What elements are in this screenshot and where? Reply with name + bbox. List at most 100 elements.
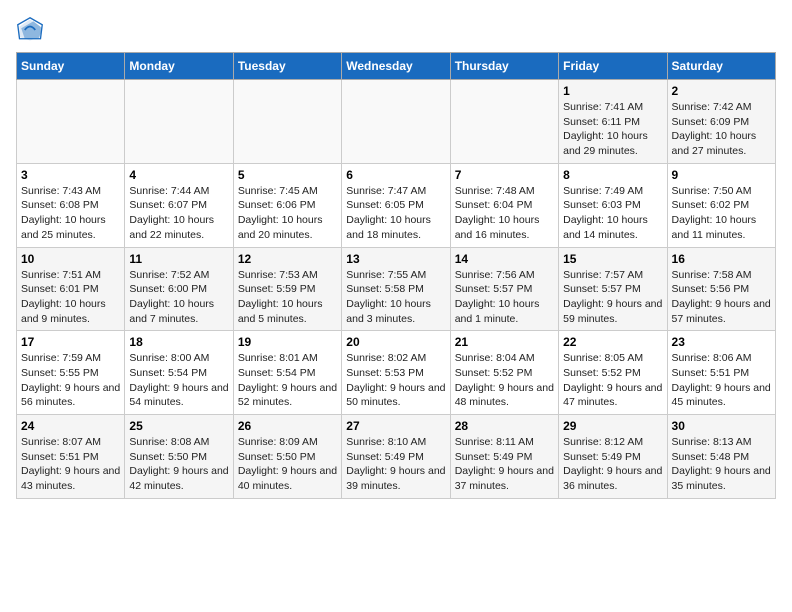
day-number: 23 bbox=[672, 335, 771, 349]
calendar-day-cell bbox=[17, 80, 125, 164]
day-number: 5 bbox=[238, 168, 337, 182]
calendar-day-cell: 27Sunrise: 8:10 AM Sunset: 5:49 PM Dayli… bbox=[342, 415, 450, 499]
day-info: Sunrise: 7:44 AM Sunset: 6:07 PM Dayligh… bbox=[129, 184, 228, 243]
calendar-day-cell: 11 Sunrise: 7:52 AM Sunset: 6:00 PM Dayli… bbox=[125, 247, 233, 331]
day-number: 16 bbox=[672, 252, 771, 266]
calendar-day-cell: 7 Sunrise: 7:48 AM Sunset: 6:04 PM Daylig… bbox=[450, 163, 558, 247]
day-info: Sunrise: 7:56 AM Sunset: 5:57 PM Dayligh… bbox=[455, 268, 554, 327]
calendar-day-cell: 30 Sunrise: 8:13 AM Sunset: 5:48 PM Dayli… bbox=[667, 415, 775, 499]
day-number: 2 bbox=[672, 84, 771, 98]
day-info: Sunrise: 7:47 AM Sunset: 6:05 PM Dayligh… bbox=[346, 184, 445, 243]
weekday-header-cell: Saturday bbox=[667, 53, 775, 80]
calendar-day-cell bbox=[342, 80, 450, 164]
day-info: Sunrise: 8:01 AM Sunset: 5:54 PM Dayligh… bbox=[238, 351, 337, 410]
weekday-header-cell: Sunday bbox=[17, 53, 125, 80]
day-number: 22 bbox=[563, 335, 662, 349]
calendar-day-cell: 28 Sunrise: 8:11 AM Sunset: 5:49 PM Dayli… bbox=[450, 415, 558, 499]
day-number: 1 bbox=[563, 84, 662, 98]
day-info: Sunrise: 8:13 AM Sunset: 5:48 PM Dayligh… bbox=[672, 435, 771, 494]
calendar-day-cell: 4 Sunrise: 7:44 AM Sunset: 6:07 PM Daylig… bbox=[125, 163, 233, 247]
calendar-day-cell: 10 Sunrise: 7:51 AM Sunset: 6:01 PM Dayli… bbox=[17, 247, 125, 331]
calendar-table: SundayMondayTuesdayWednesdayThursdayFrid… bbox=[16, 52, 776, 499]
day-info: Sunrise: 8:08 AM Sunset: 5:50 PM Dayligh… bbox=[129, 435, 228, 494]
calendar-day-cell: 8 Sunrise: 7:49 AM Sunset: 6:03 PM Daylig… bbox=[559, 163, 667, 247]
day-info: Sunrise: 8:09 AM Sunset: 5:50 PM Dayligh… bbox=[238, 435, 337, 494]
day-number: 13 bbox=[346, 252, 445, 266]
day-info: Sunrise: 7:50 AM Sunset: 6:02 PM Dayligh… bbox=[672, 184, 771, 243]
calendar-day-cell bbox=[125, 80, 233, 164]
day-info: Sunrise: 7:51 AM Sunset: 6:01 PM Dayligh… bbox=[21, 268, 120, 327]
day-number: 21 bbox=[455, 335, 554, 349]
day-info: Sunrise: 7:45 AM Sunset: 6:06 PM Dayligh… bbox=[238, 184, 337, 243]
calendar-header: SundayMondayTuesdayWednesdayThursdayFrid… bbox=[17, 53, 776, 80]
day-info: Sunrise: 8:00 AM Sunset: 5:54 PM Dayligh… bbox=[129, 351, 228, 410]
calendar-day-cell: 3 Sunrise: 7:43 AM Sunset: 6:08 PM Daylig… bbox=[17, 163, 125, 247]
calendar-day-cell: 6 Sunrise: 7:47 AM Sunset: 6:05 PM Daylig… bbox=[342, 163, 450, 247]
day-number: 12 bbox=[238, 252, 337, 266]
day-number: 25 bbox=[129, 419, 228, 433]
day-info: Sunrise: 8:07 AM Sunset: 5:51 PM Dayligh… bbox=[21, 435, 120, 494]
calendar-day-cell: 15 Sunrise: 7:57 AM Sunset: 5:57 PM Dayli… bbox=[559, 247, 667, 331]
calendar-day-cell: 12Sunrise: 7:53 AM Sunset: 5:59 PM Dayli… bbox=[233, 247, 341, 331]
day-info: Sunrise: 8:12 AM Sunset: 5:49 PM Dayligh… bbox=[563, 435, 662, 494]
day-info: Sunrise: 7:59 AM Sunset: 5:55 PM Dayligh… bbox=[21, 351, 120, 410]
calendar-week-row: 24 Sunrise: 8:07 AM Sunset: 5:51 PM Dayli… bbox=[17, 415, 776, 499]
calendar-week-row: 17 Sunrise: 7:59 AM Sunset: 5:55 PM Dayli… bbox=[17, 331, 776, 415]
weekday-header-cell: Tuesday bbox=[233, 53, 341, 80]
day-number: 24 bbox=[21, 419, 120, 433]
logo-icon bbox=[16, 16, 44, 44]
page-header bbox=[16, 16, 776, 44]
day-info: Sunrise: 8:05 AM Sunset: 5:52 PM Dayligh… bbox=[563, 351, 662, 410]
day-number: 19 bbox=[238, 335, 337, 349]
day-number: 28 bbox=[455, 419, 554, 433]
day-number: 20 bbox=[346, 335, 445, 349]
day-info: Sunrise: 7:57 AM Sunset: 5:57 PM Dayligh… bbox=[563, 268, 662, 327]
calendar-week-row: 10 Sunrise: 7:51 AM Sunset: 6:01 PM Dayli… bbox=[17, 247, 776, 331]
day-number: 11 bbox=[129, 252, 228, 266]
day-number: 8 bbox=[563, 168, 662, 182]
day-info: Sunrise: 7:43 AM Sunset: 6:08 PM Dayligh… bbox=[21, 184, 120, 243]
day-info: Sunrise: 8:10 AM Sunset: 5:49 PM Dayligh… bbox=[346, 435, 445, 494]
calendar-day-cell: 1Sunrise: 7:41 AM Sunset: 6:11 PM Daylig… bbox=[559, 80, 667, 164]
day-number: 3 bbox=[21, 168, 120, 182]
day-number: 26 bbox=[238, 419, 337, 433]
day-info: Sunrise: 8:06 AM Sunset: 5:51 PM Dayligh… bbox=[672, 351, 771, 410]
calendar-day-cell: 14 Sunrise: 7:56 AM Sunset: 5:57 PM Dayli… bbox=[450, 247, 558, 331]
calendar-day-cell: 20 Sunrise: 8:02 AM Sunset: 5:53 PM Dayli… bbox=[342, 331, 450, 415]
day-info: Sunrise: 7:52 AM Sunset: 6:00 PM Dayligh… bbox=[129, 268, 228, 327]
day-number: 17 bbox=[21, 335, 120, 349]
weekday-header-cell: Monday bbox=[125, 53, 233, 80]
day-number: 14 bbox=[455, 252, 554, 266]
day-info: Sunrise: 7:55 AM Sunset: 5:58 PM Dayligh… bbox=[346, 268, 445, 327]
calendar-day-cell: 29 Sunrise: 8:12 AM Sunset: 5:49 PM Dayli… bbox=[559, 415, 667, 499]
calendar-day-cell: 23 Sunrise: 8:06 AM Sunset: 5:51 PM Dayli… bbox=[667, 331, 775, 415]
weekday-header-cell: Friday bbox=[559, 53, 667, 80]
calendar-day-cell: 9Sunrise: 7:50 AM Sunset: 6:02 PM Daylig… bbox=[667, 163, 775, 247]
day-number: 6 bbox=[346, 168, 445, 182]
weekday-header-cell: Thursday bbox=[450, 53, 558, 80]
day-number: 4 bbox=[129, 168, 228, 182]
weekday-header-row: SundayMondayTuesdayWednesdayThursdayFrid… bbox=[17, 53, 776, 80]
logo bbox=[16, 16, 48, 44]
calendar-day-cell bbox=[233, 80, 341, 164]
day-info: Sunrise: 8:04 AM Sunset: 5:52 PM Dayligh… bbox=[455, 351, 554, 410]
day-number: 18 bbox=[129, 335, 228, 349]
day-info: Sunrise: 7:49 AM Sunset: 6:03 PM Dayligh… bbox=[563, 184, 662, 243]
weekday-header-cell: Wednesday bbox=[342, 53, 450, 80]
calendar-week-row: 3 Sunrise: 7:43 AM Sunset: 6:08 PM Daylig… bbox=[17, 163, 776, 247]
day-number: 7 bbox=[455, 168, 554, 182]
calendar-day-cell: 22 Sunrise: 8:05 AM Sunset: 5:52 PM Dayli… bbox=[559, 331, 667, 415]
calendar-day-cell: 25 Sunrise: 8:08 AM Sunset: 5:50 PM Dayli… bbox=[125, 415, 233, 499]
day-info: Sunrise: 7:42 AM Sunset: 6:09 PM Dayligh… bbox=[672, 100, 771, 159]
day-number: 30 bbox=[672, 419, 771, 433]
day-number: 15 bbox=[563, 252, 662, 266]
calendar-day-cell: 16Sunrise: 7:58 AM Sunset: 5:56 PM Dayli… bbox=[667, 247, 775, 331]
day-number: 29 bbox=[563, 419, 662, 433]
calendar-day-cell: 24 Sunrise: 8:07 AM Sunset: 5:51 PM Dayli… bbox=[17, 415, 125, 499]
day-info: Sunrise: 8:11 AM Sunset: 5:49 PM Dayligh… bbox=[455, 435, 554, 494]
day-info: Sunrise: 7:48 AM Sunset: 6:04 PM Dayligh… bbox=[455, 184, 554, 243]
calendar-body: 1Sunrise: 7:41 AM Sunset: 6:11 PM Daylig… bbox=[17, 80, 776, 499]
day-number: 10 bbox=[21, 252, 120, 266]
day-info: Sunrise: 8:02 AM Sunset: 5:53 PM Dayligh… bbox=[346, 351, 445, 410]
calendar-day-cell bbox=[450, 80, 558, 164]
